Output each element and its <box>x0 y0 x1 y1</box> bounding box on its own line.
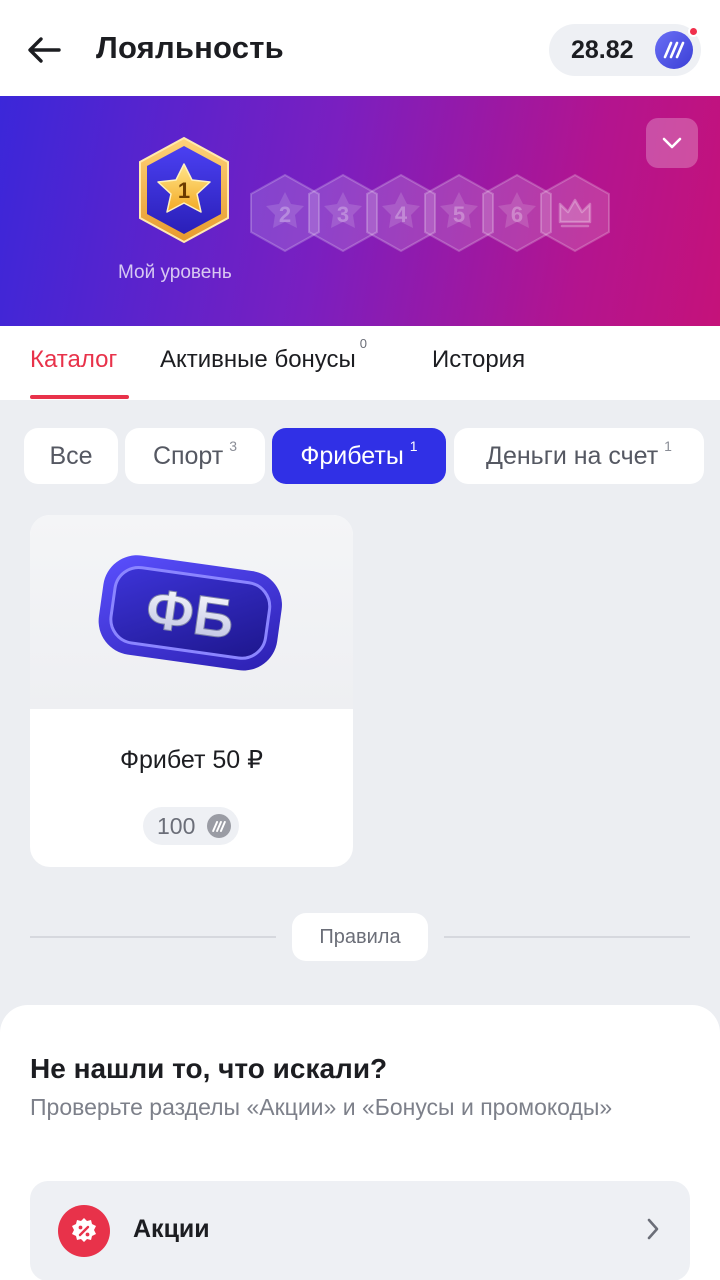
top-bar: Лояльность 28.82 <box>0 0 720 96</box>
promo-percent-icon <box>58 1205 110 1257</box>
chip-label: Все <box>49 441 93 470</box>
catalog-item-card[interactable]: ФБ Фрибет 50 ₽ 100 <box>30 515 353 867</box>
level-number: 3 <box>337 202 349 227</box>
tab-history[interactable]: История <box>432 346 525 374</box>
section-tabs: Каталог Активные бонусы0 История <box>0 326 720 400</box>
chevron-right-icon <box>647 1218 659 1240</box>
divider-left <box>30 936 276 938</box>
catalog-item-image: ФБ <box>30 515 353 709</box>
tab-label: Каталог <box>30 346 118 373</box>
chip-label: Деньги на счет <box>486 441 659 470</box>
chip-count: 1 <box>409 438 418 454</box>
filter-chip-freebets[interactable]: Фрибеты 1 <box>272 428 446 484</box>
price-value: 100 <box>157 812 196 839</box>
chevron-down-icon <box>662 137 682 149</box>
catalog-item-title: Фрибет 50 ₽ <box>119 746 264 774</box>
filter-chip-money[interactable]: Деньги на счет 1 <box>454 428 704 484</box>
notification-dot <box>688 26 699 37</box>
catalog-item-price: 100 <box>143 807 239 845</box>
loyalty-level-banner: 1 Мой уровень 2 3 4 5 6 <box>0 96 720 326</box>
promotions-link[interactable]: Акции <box>30 1181 690 1280</box>
tab-catalog[interactable]: Каталог <box>30 346 117 374</box>
not-found-panel: Не нашли то, что искали? Проверьте разде… <box>0 1005 720 1280</box>
current-level-number: 1 <box>178 178 190 203</box>
rules-label: Правила <box>319 925 401 948</box>
my-level-label: Мой уровень <box>118 262 232 283</box>
balance-button[interactable]: 28.82 <box>549 24 701 76</box>
tab-count: 0 <box>359 336 368 351</box>
divider-right <box>444 936 690 938</box>
back-button[interactable] <box>22 28 66 72</box>
level-number: 6 <box>511 202 523 227</box>
active-tab-indicator <box>30 395 129 399</box>
rules-button[interactable]: Правила <box>292 913 428 961</box>
chip-label: Спорт <box>152 441 224 470</box>
chip-count: 3 <box>229 438 238 454</box>
current-level-badge: 1 <box>139 136 229 244</box>
level-number: 5 <box>453 202 465 227</box>
filter-chip-sport[interactable]: Спорт 3 <box>125 428 265 484</box>
level-badge-top <box>540 173 610 253</box>
arrow-left-icon <box>28 37 61 63</box>
loyalty-coin-icon <box>207 814 231 838</box>
chip-label: Фрибеты <box>300 441 404 470</box>
page-title: Лояльность <box>96 30 284 65</box>
level-number: 2 <box>279 202 291 227</box>
not-found-title: Не нашли то, что искали? <box>30 1053 388 1084</box>
promotions-label: Акции <box>133 1215 210 1243</box>
freebet-badge-icon: ФБ <box>98 555 282 671</box>
freebet-badge-text: ФБ <box>142 576 238 651</box>
loyalty-coin-icon <box>655 31 693 69</box>
chip-count: 1 <box>664 438 672 454</box>
tab-active-bonuses[interactable]: Активные бонусы0 <box>160 336 367 374</box>
tab-label: Активные бонусы <box>160 346 356 373</box>
expand-levels-button[interactable] <box>646 118 698 168</box>
not-found-subtitle: Проверьте разделы «Акции» и «Бонусы и пр… <box>30 1094 613 1120</box>
tab-label: История <box>432 346 526 373</box>
filter-chip-all[interactable]: Все <box>24 428 118 484</box>
level-number: 4 <box>395 202 408 227</box>
balance-value: 28.82 <box>571 35 634 64</box>
